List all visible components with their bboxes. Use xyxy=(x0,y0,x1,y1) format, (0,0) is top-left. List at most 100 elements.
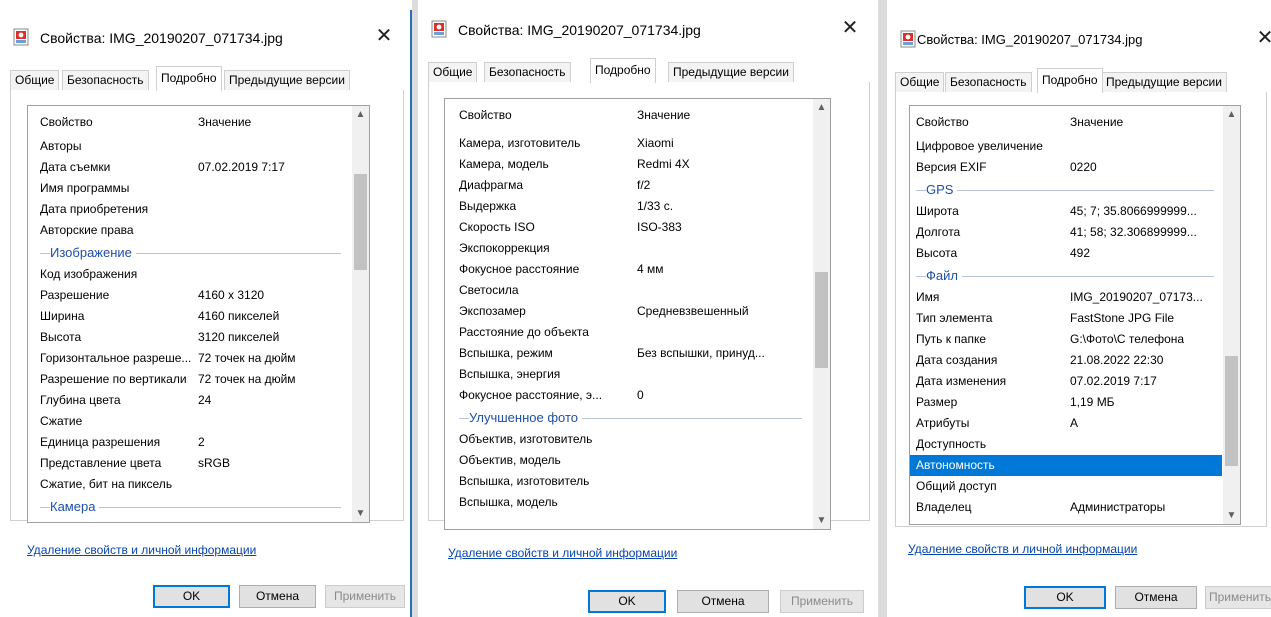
title-bar[interactable]: Свойства: IMG_20190207_071734.jpg ✕ xyxy=(418,10,878,50)
chevron-down-icon[interactable]: ▼ xyxy=(1223,507,1240,524)
tab-previous-versions[interactable]: Предыдущие версии xyxy=(668,62,794,82)
close-icon[interactable]: ✕ xyxy=(372,24,396,48)
close-icon[interactable]: ✕ xyxy=(1253,26,1271,50)
column-header-value[interactable]: Значение xyxy=(637,108,690,122)
property-row[interactable]: Расстояние до объекта xyxy=(445,322,812,343)
property-row[interactable]: Высота 3120 пикселей xyxy=(28,327,351,348)
chevron-up-icon[interactable]: ▲ xyxy=(813,99,830,116)
property-row[interactable]: Разрешение по вертикали 72 точек на дюйм xyxy=(28,369,351,390)
tab-previous-versions[interactable]: Предыдущие версии xyxy=(224,70,350,90)
property-row[interactable]: Имя программы xyxy=(28,178,351,199)
property-row[interactable]: Выдержка 1/33 с. xyxy=(445,196,812,217)
property-row[interactable]: Имя IMG_20190207_07173... xyxy=(910,287,1222,308)
vertical-scrollbar[interactable]: ▲ ▼ xyxy=(1223,106,1240,524)
close-icon[interactable]: ✕ xyxy=(838,16,862,40)
property-row[interactable]: Дата изменения 07.02.2019 7:17 xyxy=(910,371,1222,392)
cancel-button[interactable]: Отмена xyxy=(239,585,316,608)
property-row[interactable]: Размер 1,19 МБ xyxy=(910,392,1222,413)
property-row[interactable]: Скорость ISO ISO-383 xyxy=(445,217,812,238)
remove-properties-link[interactable]: Удаление свойств и личной информации xyxy=(27,543,256,557)
property-list[interactable]: Свойство Значение Цифровое увеличение Вер… xyxy=(909,105,1241,525)
property-row[interactable]: Камера, модель Redmi 4X xyxy=(445,154,812,175)
property-row[interactable]: Автономность xyxy=(910,455,1222,476)
property-row[interactable]: Экспозамер Средневзвешенный xyxy=(445,301,812,322)
tab-details[interactable]: Подробно xyxy=(590,58,656,83)
property-row[interactable]: Представление цвета sRGB xyxy=(28,453,351,474)
property-row[interactable]: Атрибуты A xyxy=(910,413,1222,434)
property-row[interactable]: Сжатие, бит на пиксель xyxy=(28,474,351,495)
chevron-down-icon[interactable]: ▼ xyxy=(813,512,830,529)
column-header-value[interactable]: Значение xyxy=(198,115,251,129)
property-row[interactable]: Долгота 41; 58; 32.306899999... xyxy=(910,222,1222,243)
column-header-property[interactable]: Свойство xyxy=(459,108,512,122)
tab-details[interactable]: Подробно xyxy=(1037,68,1103,93)
property-row[interactable]: Камера, изготовитель Xiaomi xyxy=(445,133,812,154)
property-row[interactable]: Версия EXIF 0220 xyxy=(910,157,1222,178)
property-row[interactable]: Ширина 4160 пикселей xyxy=(28,306,351,327)
property-row[interactable]: Диафрагма f/2 xyxy=(445,175,812,196)
property-row[interactable]: Дата съемки 07.02.2019 7:17 xyxy=(28,157,351,178)
property-row[interactable]: Вспышка, энергия xyxy=(445,364,812,385)
property-row[interactable]: Доступность xyxy=(910,434,1222,455)
vertical-scrollbar[interactable]: ▲ ▼ xyxy=(352,106,369,522)
property-row[interactable]: Тип элемента FastStone JPG File xyxy=(910,308,1222,329)
tab-security[interactable]: Безопасность xyxy=(945,72,1032,92)
chevron-down-icon[interactable]: ▼ xyxy=(352,505,369,522)
property-row[interactable]: Цифровое увеличение xyxy=(910,136,1222,157)
property-row[interactable]: Сжатие xyxy=(28,411,351,432)
remove-properties-link[interactable]: Удаление свойств и личной информации xyxy=(448,546,677,560)
property-row[interactable]: Путь к папке G:\Фото\С телефона xyxy=(910,329,1222,350)
property-row[interactable]: Объектив, изготовитель xyxy=(445,429,812,450)
scrollbar-thumb[interactable] xyxy=(815,272,828,368)
cancel-button[interactable]: Отмена xyxy=(1115,586,1197,609)
remove-properties-link[interactable]: Удаление свойств и личной информации xyxy=(908,542,1137,556)
property-name: Горизонтальное разреше... xyxy=(40,351,192,365)
property-row[interactable]: Высота 492 xyxy=(910,243,1222,264)
property-row[interactable]: Фокусное расстояние 4 мм xyxy=(445,259,812,280)
title-bar[interactable]: Свойства: IMG_20190207_071734.jpg ✕ xyxy=(0,18,412,58)
property-name: Дата приобретения xyxy=(40,202,149,216)
property-row[interactable]: Авторские права xyxy=(28,220,351,241)
property-row[interactable]: Экспокоррекция xyxy=(445,238,812,259)
property-row[interactable]: Единица разрешения 2 xyxy=(28,432,351,453)
tab-details[interactable]: Подробно xyxy=(156,66,222,91)
ok-button[interactable]: OK xyxy=(588,590,666,613)
property-row[interactable]: Вспышка, режим Без вспышки, принуд... xyxy=(445,343,812,364)
property-row[interactable]: Дата создания 21.08.2022 22:30 xyxy=(910,350,1222,371)
property-row[interactable]: Широта 45; 7; 35.8066999999... xyxy=(910,201,1222,222)
tab-previous-versions[interactable]: Предыдущие версии xyxy=(1101,72,1227,92)
property-row[interactable]: Вспышка, модель xyxy=(445,492,812,513)
tab-security[interactable]: Безопасность xyxy=(484,62,571,82)
chevron-up-icon[interactable]: ▲ xyxy=(1223,106,1240,123)
property-list[interactable]: Свойство Значение Авторы Дата съемки 07.02… xyxy=(27,105,370,523)
chevron-up-icon[interactable]: ▲ xyxy=(352,106,369,123)
tab-general[interactable]: Общие xyxy=(428,62,478,82)
scrollbar-thumb[interactable] xyxy=(354,174,367,271)
property-row[interactable]: Владелец Администраторы xyxy=(910,497,1222,518)
scrollbar-thumb[interactable] xyxy=(1225,355,1238,466)
property-row[interactable]: Общий доступ xyxy=(910,476,1222,497)
property-row[interactable]: Авторы xyxy=(28,136,351,157)
column-header-property[interactable]: Свойство xyxy=(40,115,93,129)
list-header: Свойство Значение xyxy=(445,99,812,127)
property-row[interactable]: Код изображения xyxy=(28,264,351,285)
property-list[interactable]: Свойство Значение Камера, изготовитель Xi… xyxy=(444,98,831,530)
tab-general[interactable]: Общие xyxy=(10,70,60,90)
tab-general[interactable]: Общие xyxy=(895,72,945,92)
property-row[interactable]: Дата приобретения xyxy=(28,199,351,220)
property-row[interactable]: Объектив, модель xyxy=(445,450,812,471)
title-bar[interactable]: Свойства: IMG_20190207_071734.jpg ✕ xyxy=(887,20,1271,60)
property-row[interactable]: Разрешение 4160 x 3120 xyxy=(28,285,351,306)
property-row[interactable]: Фокусное расстояние, э... 0 xyxy=(445,385,812,406)
column-header-value[interactable]: Значение xyxy=(1070,115,1123,129)
property-row[interactable]: Вспышка, изготовитель xyxy=(445,471,812,492)
ok-button[interactable]: OK xyxy=(1024,586,1106,609)
property-row[interactable]: Горизонтальное разреше... 72 точек на дюй… xyxy=(28,348,351,369)
cancel-button[interactable]: Отмена xyxy=(677,590,769,613)
tab-security[interactable]: Безопасность xyxy=(62,70,149,90)
vertical-scrollbar[interactable]: ▲ ▼ xyxy=(813,99,830,529)
property-row[interactable]: Светосила xyxy=(445,280,812,301)
ok-button[interactable]: OK xyxy=(153,585,230,608)
property-row[interactable]: Глубина цвета 24 xyxy=(28,390,351,411)
column-header-property[interactable]: Свойство xyxy=(916,115,969,129)
